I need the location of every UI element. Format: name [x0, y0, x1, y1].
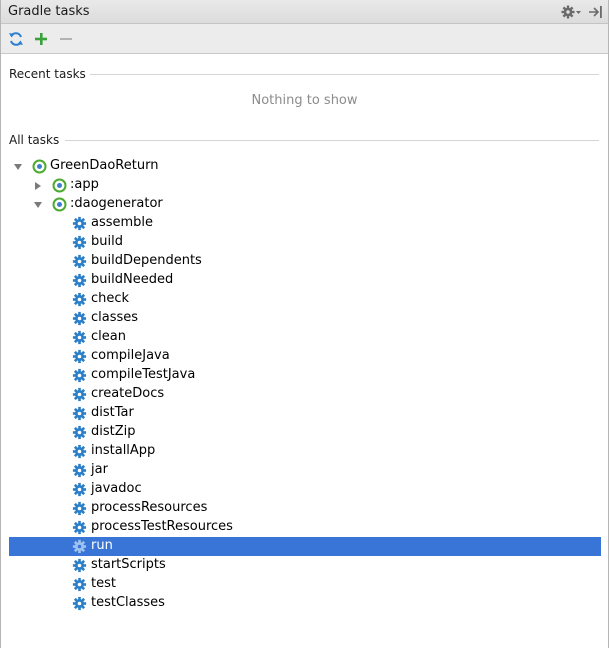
task-label: createDocs: [91, 386, 165, 401]
task-row[interactable]: assemble: [9, 214, 601, 233]
task-row[interactable]: testClasses: [9, 594, 601, 613]
task-gear-icon: [72, 463, 87, 478]
collapsed-arrow-icon[interactable]: [33, 180, 43, 190]
task-label: clean: [91, 329, 126, 344]
toolbar: [1, 24, 608, 54]
task-row[interactable]: createDocs: [9, 385, 601, 404]
task-label: buildDependents: [91, 253, 202, 268]
title-bar: Gradle tasks: [1, 0, 608, 24]
task-row[interactable]: processResources: [9, 499, 601, 518]
task-label: distZip: [91, 424, 136, 439]
task-row[interactable]: processTestResources: [9, 518, 601, 537]
gradle-tasks-panel: Gradle tasks Recent tasks Nothing to sho…: [0, 0, 609, 648]
gradle-project-icon: [32, 159, 47, 174]
task-gear-icon: [72, 539, 87, 554]
gear-icon[interactable]: [560, 3, 584, 21]
task-label: distTar: [91, 405, 134, 420]
task-gear-icon: [72, 501, 87, 516]
task-row[interactable]: run: [9, 537, 601, 556]
project-label: GreenDaoReturn: [50, 158, 159, 173]
task-gear-icon: [72, 292, 87, 307]
gradle-module-icon: [52, 197, 67, 212]
task-gear-icon: [72, 368, 87, 383]
task-row[interactable]: distTar: [9, 404, 601, 423]
task-row[interactable]: buildDependents: [9, 252, 601, 271]
task-label: compileJava: [91, 348, 170, 363]
task-gear-icon: [72, 558, 87, 573]
task-label: build: [91, 234, 123, 249]
recent-tasks-label: Recent tasks: [9, 67, 90, 81]
task-label: buildNeeded: [91, 272, 174, 287]
all-tasks-divider: [65, 140, 599, 141]
recent-tasks-empty-text: Nothing to show: [251, 93, 358, 108]
panel-title: Gradle tasks: [8, 4, 90, 19]
task-row[interactable]: clean: [9, 328, 601, 347]
task-label: classes: [91, 310, 139, 325]
task-row[interactable]: javadoc: [9, 480, 601, 499]
task-gear-icon: [72, 349, 87, 364]
all-tasks-label: All tasks: [9, 133, 64, 147]
task-row[interactable]: classes: [9, 309, 601, 328]
task-label: startScripts: [91, 557, 166, 572]
task-gear-icon: [72, 330, 87, 345]
tree-root-project[interactable]: GreenDaoReturn: [9, 157, 601, 176]
task-label: run: [91, 538, 113, 553]
task-row[interactable]: compileTestJava: [9, 366, 601, 385]
task-row[interactable]: installApp: [9, 442, 601, 461]
task-gear-icon: [72, 444, 87, 459]
gradle-module-icon: [52, 178, 67, 193]
task-gear-icon: [72, 577, 87, 592]
module-label: :app: [70, 177, 99, 192]
task-label: javadoc: [91, 481, 142, 496]
task-label: testClasses: [91, 595, 165, 610]
task-gear-icon: [72, 254, 87, 269]
task-gear-icon: [72, 235, 87, 250]
refresh-icon[interactable]: [6, 29, 26, 49]
expanded-arrow-icon[interactable]: [33, 199, 43, 209]
task-row[interactable]: test: [9, 575, 601, 594]
tree-module-app[interactable]: :app: [9, 176, 601, 195]
task-label: assemble: [91, 215, 154, 230]
task-row[interactable]: compileJava: [9, 347, 601, 366]
remove-icon[interactable]: [56, 29, 76, 49]
task-gear-icon: [72, 520, 87, 535]
task-gear-icon: [72, 311, 87, 326]
task-gear-icon: [72, 482, 87, 497]
task-label: processResources: [91, 500, 208, 515]
task-gear-icon: [72, 425, 87, 440]
task-label: test: [91, 576, 116, 591]
task-row[interactable]: startScripts: [9, 556, 601, 575]
task-label: jar: [91, 462, 108, 477]
task-row[interactable]: check: [9, 290, 601, 309]
hide-panel-icon[interactable]: [588, 3, 604, 21]
task-gear-icon: [72, 216, 87, 231]
task-gear-icon: [72, 596, 87, 611]
task-label: processTestResources: [91, 519, 233, 534]
add-icon[interactable]: [31, 29, 51, 49]
task-gear-icon: [72, 273, 87, 288]
task-label: installApp: [91, 443, 156, 458]
expanded-arrow-icon[interactable]: [13, 161, 23, 171]
task-label: check: [91, 291, 130, 306]
task-gear-icon: [72, 387, 87, 402]
tree-module-daogenerator[interactable]: :daogenerator: [9, 195, 601, 214]
task-label: compileTestJava: [91, 367, 196, 382]
task-row[interactable]: jar: [9, 461, 601, 480]
task-row[interactable]: buildNeeded: [9, 271, 601, 290]
task-row[interactable]: distZip: [9, 423, 601, 442]
recent-tasks-divider: [89, 74, 599, 75]
task-gear-icon: [72, 406, 87, 421]
module-label: :daogenerator: [70, 196, 163, 211]
task-row[interactable]: build: [9, 233, 601, 252]
